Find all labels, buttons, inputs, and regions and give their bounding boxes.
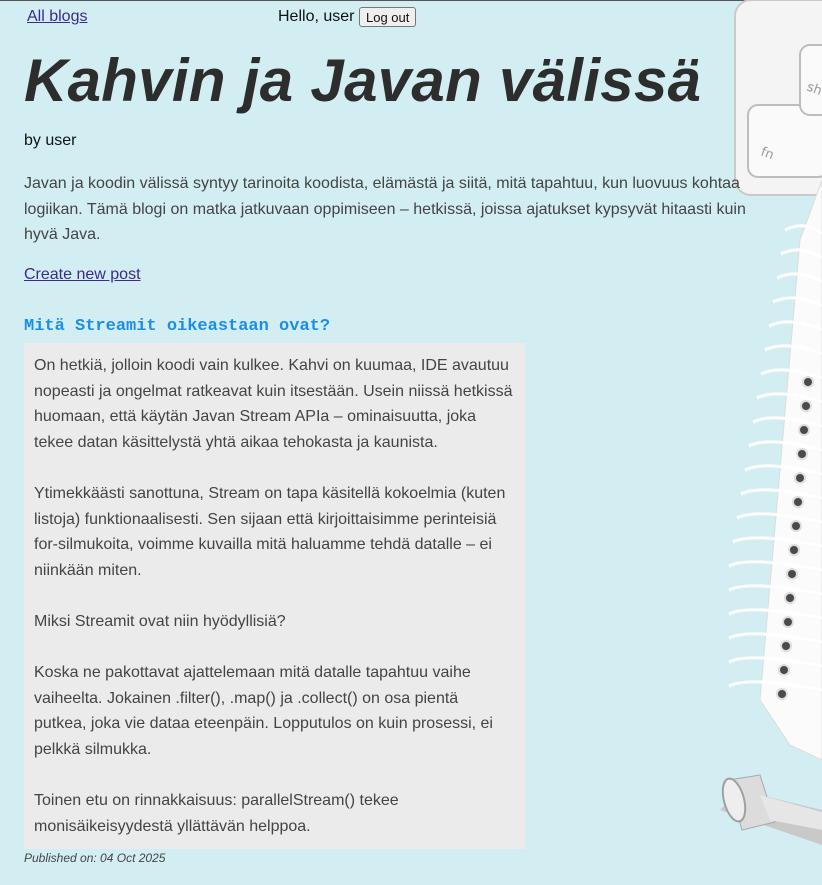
post-paragraph: Ytimekkäästi sanottuna, Stream on tapa k…: [34, 484, 506, 579]
blog-author: by user: [24, 132, 77, 149]
all-blogs-link[interactable]: All blogs: [27, 8, 87, 26]
spiral-hole: [792, 496, 804, 508]
post-paragraph: Toinen etu on rinnakkaisuus: parallelStr…: [34, 792, 399, 835]
spiral-hole: [778, 664, 790, 676]
spiral-hole: [780, 640, 792, 652]
post-paragraph: Koska ne pakottavat ajattelemaan mitä da…: [34, 664, 493, 758]
spiral-hole: [802, 376, 814, 388]
published-date: Published on: 04 Oct 2025: [24, 851, 166, 865]
spiral-hole: [784, 592, 796, 604]
blog-description: Javan ja koodin välissä syntyy tarinoita…: [24, 175, 746, 243]
pen-icon: [720, 774, 822, 845]
logout-button[interactable]: Log out: [359, 7, 417, 27]
post-paragraph: Miksi Streamit ovat niin hyödyllisiä?: [34, 612, 286, 630]
spiral-hole: [796, 448, 808, 460]
post-title: Mitä Streamit oikeastaan ovat?: [24, 317, 331, 336]
blog-title: Kahvin ja Javan välissä: [24, 47, 702, 114]
post-paragraph: On hetkiä, jolloin koodi vain kulkee. Ka…: [34, 357, 513, 451]
spiral-hole: [800, 400, 812, 412]
spiral-hole: [798, 424, 810, 436]
spiral-notebook-icon: [728, 179, 822, 761]
spiral-hole: [786, 568, 798, 580]
greeting-text: Hello, user: [278, 8, 355, 25]
create-post-link[interactable]: Create new post: [24, 266, 141, 284]
spiral-hole: [790, 520, 802, 532]
post-body-card: On hetkiä, jolloin koodi vain kulkee. Ka…: [24, 343, 525, 849]
spiral-hole: [776, 688, 788, 700]
spiral-hole: [794, 472, 806, 484]
spiral-hole: [782, 616, 794, 628]
keyboard-icon: fn sh: [734, 0, 822, 196]
post-body: On hetkiä, jolloin koodi vain kulkee. Ka…: [34, 353, 515, 839]
spiral-hole: [788, 544, 800, 556]
